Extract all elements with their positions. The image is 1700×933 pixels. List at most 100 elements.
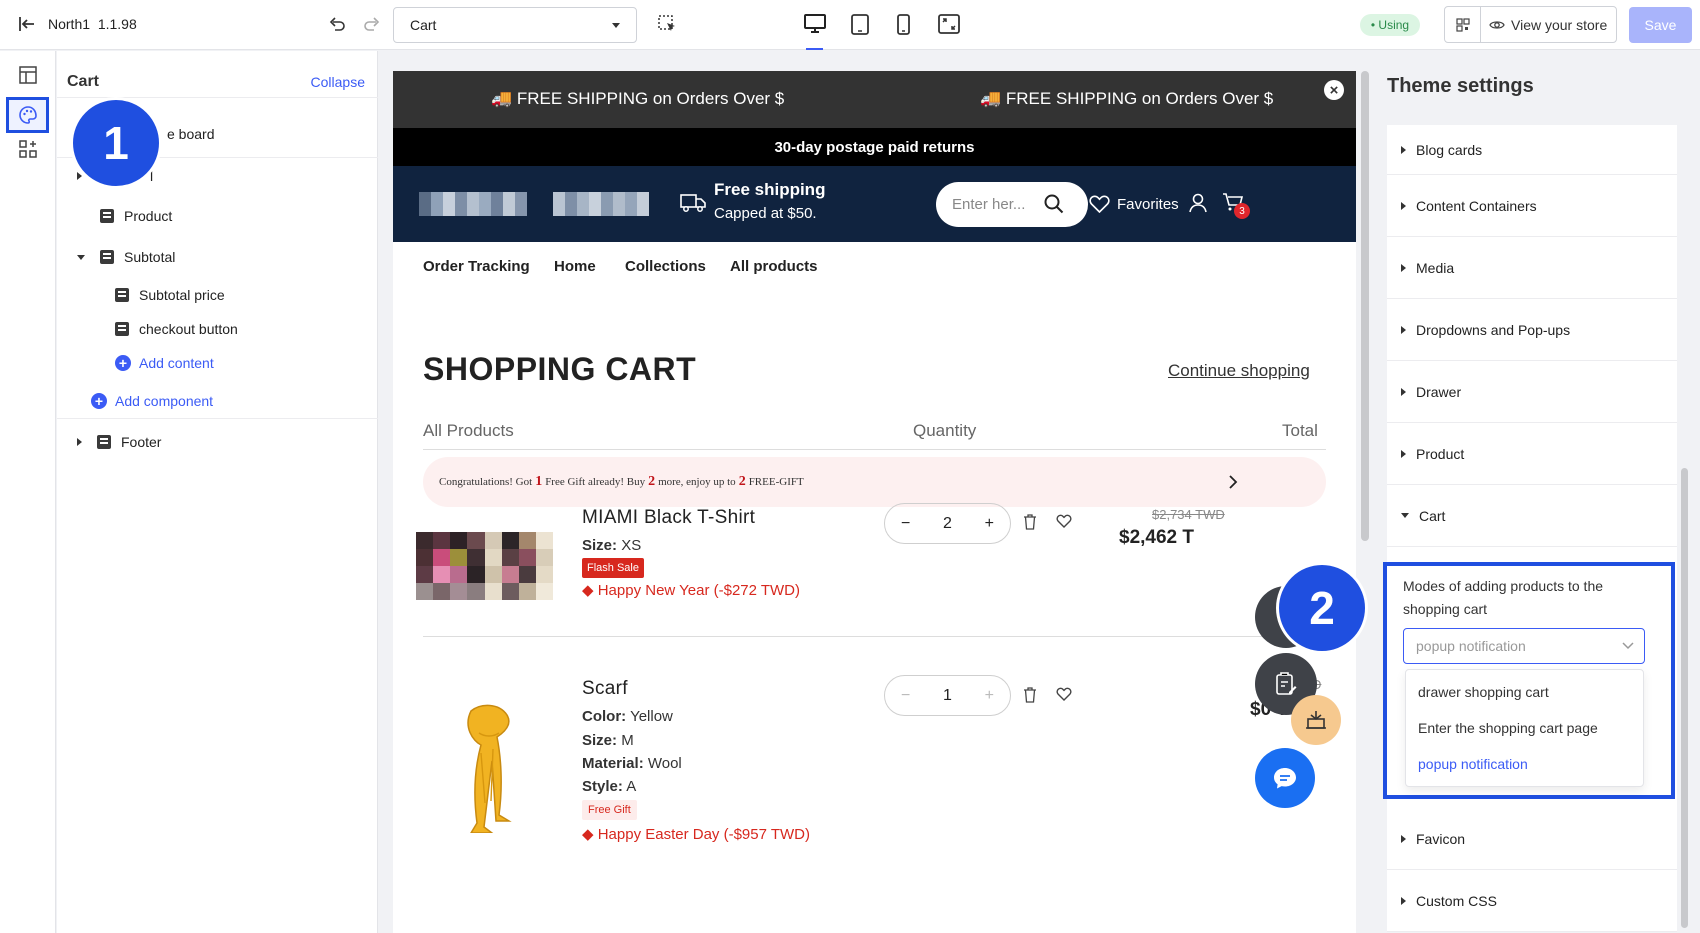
attr-value: Yellow <box>630 708 673 725</box>
promo-number: 1 <box>535 474 543 489</box>
shipping-banner-text: 🚚 FREE SHIPPING on Orders Over $ <box>980 89 1274 108</box>
sidebar-item-checkout-button[interactable]: checkout button <box>115 321 238 337</box>
promo-number: 2 <box>648 474 656 489</box>
qr-code-icon[interactable] <box>1445 7 1481 42</box>
setting-favicon[interactable]: Favicon <box>1387 808 1677 870</box>
option-enter-cart-page[interactable]: Enter the shopping cart page <box>1418 720 1598 736</box>
favorites-link[interactable]: Favorites <box>1117 196 1179 213</box>
add-content-button[interactable]: + Add content <box>115 355 214 371</box>
store-logo[interactable] <box>419 192 527 216</box>
setting-custom-css[interactable]: Custom CSS <box>1387 870 1677 932</box>
minus-icon[interactable]: − <box>901 515 910 533</box>
continue-shopping-link[interactable]: Continue shopping <box>1168 361 1310 381</box>
add-content-label: Add content <box>139 355 214 371</box>
sidebar-item-footer[interactable]: Footer <box>77 434 161 450</box>
fullscreen-icon[interactable] <box>937 12 961 36</box>
nav-order-tracking[interactable]: Order Tracking <box>423 258 530 275</box>
setting-cart[interactable]: Cart <box>1387 485 1677 547</box>
gift-promo-banner[interactable]: Congratulations! Got 1 Free Gift already! … <box>423 457 1326 507</box>
product-image-scarf[interactable] <box>441 703 531 833</box>
account-icon[interactable] <box>1188 193 1208 213</box>
mobile-icon[interactable] <box>893 12 913 36</box>
quantity-stepper[interactable]: − 1 + <box>884 675 1011 716</box>
nav-all-products[interactable]: All products <box>730 258 818 275</box>
nav-home[interactable]: Home <box>554 258 596 275</box>
theme-settings-rail-highlight[interactable] <box>6 97 49 133</box>
quantity-stepper[interactable]: − 2 + <box>884 503 1011 544</box>
setting-media[interactable]: Media <box>1387 237 1677 299</box>
nav-collections[interactable]: Collections <box>625 258 706 275</box>
collapse-link[interactable]: Collapse <box>311 74 365 90</box>
chevron-right-icon[interactable] <box>1229 475 1238 489</box>
quantity-value: 1 <box>943 686 952 704</box>
setting-content-containers[interactable]: Content Containers <box>1387 175 1677 237</box>
view-store-button[interactable]: View your store <box>1444 6 1617 43</box>
setting-dropdowns-popups[interactable]: Dropdowns and Pop-ups <box>1387 299 1677 361</box>
product-name[interactable]: Scarf <box>582 678 628 700</box>
settings-scrollbar[interactable] <box>1681 468 1688 928</box>
sidebar-item-subtotal[interactable]: Subtotal <box>77 249 175 265</box>
promo-text: Congratulations! Got <box>439 476 533 488</box>
layout-icon[interactable] <box>16 63 40 87</box>
chat-icon <box>1272 766 1298 790</box>
sidebar-item-label: Footer <box>121 434 162 450</box>
heart-icon[interactable] <box>1056 514 1072 528</box>
sidebar-item-label: checkout button <box>139 321 238 337</box>
setting-blog-cards[interactable]: Blog cards <box>1387 125 1677 175</box>
free-shipping-title: Free shipping <box>714 180 826 199</box>
add-component-button[interactable]: + Add component <box>91 393 213 409</box>
sidebar-item-subtotal-price[interactable]: Subtotal price <box>115 287 225 303</box>
column-header-total: Total <box>1282 421 1318 440</box>
plus-icon[interactable]: + <box>985 687 994 705</box>
select-element-icon[interactable] <box>656 13 678 35</box>
top-bar: North1 1.1.98 Cart • Using View your sto… <box>0 0 1700 50</box>
exit-icon[interactable] <box>16 12 38 36</box>
attr-value: A <box>626 778 637 795</box>
clipboard-edit-icon <box>1275 672 1297 696</box>
preview-scrollbar[interactable] <box>1361 71 1369 541</box>
gift-float-button[interactable] <box>1291 695 1341 745</box>
product-name[interactable]: MIAMI Black T-Shirt <box>582 507 755 529</box>
chat-button[interactable] <box>1255 748 1315 808</box>
caret-down-icon <box>77 254 85 260</box>
redo-icon[interactable] <box>362 14 382 34</box>
heart-icon[interactable] <box>1056 687 1072 701</box>
plus-icon[interactable]: + <box>985 515 994 533</box>
desktop-icon[interactable] <box>803 12 827 36</box>
attr-label: Color: <box>582 708 627 725</box>
cart-mode-select[interactable]: popup notification <box>1403 628 1645 664</box>
flash-sale-badge: Flash Sale <box>582 558 644 578</box>
divider <box>57 418 378 419</box>
product-image[interactable] <box>416 532 553 600</box>
sidebar-item-label: Subtotal price <box>139 287 225 303</box>
setting-label: Blog cards <box>1416 141 1483 158</box>
minus-icon[interactable]: − <box>901 687 910 705</box>
product-size: Size: M <box>582 732 634 749</box>
sidebar-item-board[interactable]: e board <box>167 126 214 142</box>
promo-discount: ◆ Happy Easter Day (-$957 TWD) <box>582 825 810 843</box>
promo-text: FREE-GIFT <box>748 476 804 488</box>
store-logo-text <box>553 192 649 216</box>
setting-product[interactable]: Product <box>1387 423 1677 485</box>
option-drawer-shopping-cart[interactable]: drawer shopping cart <box>1418 684 1549 700</box>
store-search-input[interactable]: Enter her... <box>936 182 1088 227</box>
cart-count-badge: 3 <box>1234 203 1250 219</box>
option-popup-notification[interactable]: popup notification <box>1418 756 1528 772</box>
heart-icon[interactable] <box>1089 195 1110 213</box>
caret-right-icon <box>1401 834 1406 843</box>
setting-drawer[interactable]: Drawer <box>1387 361 1677 423</box>
apps-icon[interactable] <box>16 137 40 161</box>
sidebar-item-product[interactable]: Product <box>100 208 172 224</box>
setting-label: Favicon <box>1416 830 1466 847</box>
shipping-banner-text: 🚚 FREE SHIPPING on Orders Over $ <box>491 89 785 108</box>
undo-icon[interactable] <box>327 14 347 34</box>
trash-icon[interactable] <box>1023 687 1037 703</box>
search-icon[interactable] <box>1044 194 1064 214</box>
trash-icon[interactable] <box>1023 514 1037 530</box>
save-button[interactable]: Save <box>1629 7 1692 43</box>
tablet-icon[interactable] <box>849 12 871 36</box>
page-select-value: Cart <box>410 17 437 33</box>
close-icon[interactable]: × <box>1324 80 1344 100</box>
page-select[interactable]: Cart <box>393 7 637 43</box>
cart-mode-dropdown: drawer shopping cart Enter the shopping … <box>1405 669 1644 787</box>
